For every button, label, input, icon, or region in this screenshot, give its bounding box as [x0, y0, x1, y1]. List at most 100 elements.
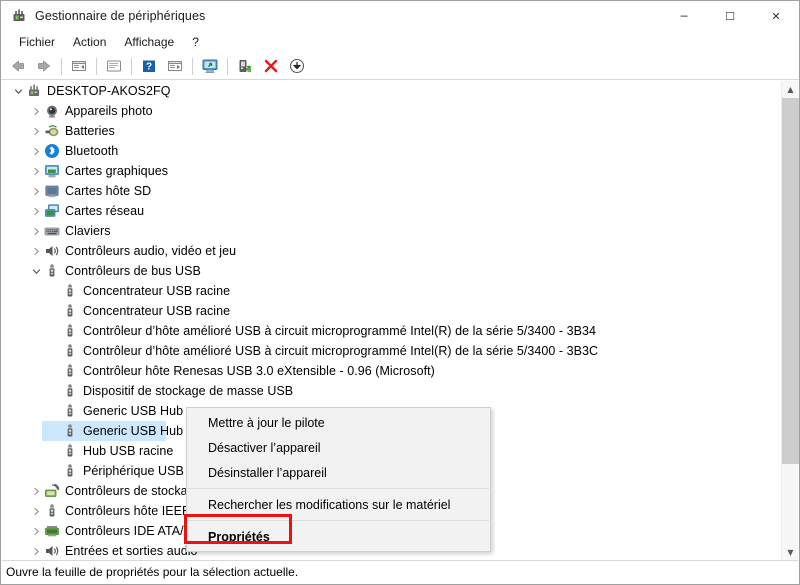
- enable-device-icon[interactable]: [233, 55, 257, 78]
- menu-bar: Fichier Action Affichage ?: [1, 31, 799, 53]
- menu-aide[interactable]: ?: [183, 33, 208, 51]
- tree-item[interactable]: Cartes graphiques: [2, 161, 782, 181]
- tree-item[interactable]: Contrôleurs de bus USB: [2, 261, 782, 281]
- toolbar: ?: [1, 53, 799, 80]
- window-controls: ─ ☐ ✕: [661, 1, 799, 31]
- usb-icon: [62, 283, 78, 299]
- tree-item-label: Contrôleurs de stockage: [65, 484, 202, 498]
- tree-item-label: Bluetooth: [65, 144, 119, 158]
- help-icon[interactable]: ?: [137, 55, 161, 78]
- context-menu[interactable]: Mettre à jour le pilote Désactiver l’appa…: [186, 407, 491, 552]
- chevron-right-icon[interactable]: [28, 221, 44, 241]
- usb-icon: [62, 303, 78, 319]
- tree-item[interactable]: Dispositif de stockage de masse USB: [2, 381, 782, 401]
- scrollbar-thumb[interactable]: [782, 98, 799, 464]
- audio-icon: [44, 243, 60, 259]
- tree-item[interactable]: Concentrateur USB racine: [2, 301, 782, 321]
- battery-icon: [44, 123, 60, 139]
- tree-item-label: Contrôleur hôte Renesas USB 3.0 eXtensib…: [83, 364, 435, 378]
- tree-item-label: Cartes hôte SD: [65, 184, 152, 198]
- show-hide-console-tree-icon[interactable]: [67, 55, 91, 78]
- menu-affichage[interactable]: Affichage: [115, 33, 183, 51]
- usb-icon: [44, 263, 60, 279]
- tree-item-label: Cartes réseau: [65, 204, 145, 218]
- chevron-right-icon[interactable]: [28, 541, 44, 561]
- scroll-down-arrow-icon[interactable]: ▼: [782, 544, 799, 561]
- ctx-properties[interactable]: Propriétés: [187, 524, 490, 549]
- usb-icon: [62, 423, 78, 439]
- svg-text:?: ?: [146, 62, 152, 73]
- tree-item[interactable]: Cartes réseau: [2, 201, 782, 221]
- tree-item[interactable]: Contrôleur d’hôte amélioré USB à circuit…: [2, 321, 782, 341]
- title-bar: Gestionnaire de périphériques ─ ☐ ✕: [1, 1, 799, 31]
- scan-hardware-changes-icon[interactable]: [198, 55, 222, 78]
- scroll-up-arrow-icon[interactable]: ▲: [782, 81, 799, 98]
- chevron-right-icon[interactable]: [28, 181, 44, 201]
- chevron-right-icon[interactable]: [28, 121, 44, 141]
- tree-item[interactable]: Contrôleurs audio, vidéo et jeu: [2, 241, 782, 261]
- tree-item[interactable]: Bluetooth: [2, 141, 782, 161]
- ctx-disable-device[interactable]: Désactiver l’appareil: [187, 435, 490, 460]
- minimize-button[interactable]: ─: [661, 1, 707, 31]
- download-icon[interactable]: [285, 55, 309, 78]
- tree-item-label: Claviers: [65, 224, 111, 238]
- ctx-update-driver[interactable]: Mettre à jour le pilote: [187, 410, 490, 435]
- audio-icon: [44, 543, 60, 559]
- update-driver-icon[interactable]: [163, 55, 187, 78]
- chevron-right-icon[interactable]: [28, 161, 44, 181]
- chevron-right-icon[interactable]: [28, 241, 44, 261]
- tree-item[interactable]: Claviers: [2, 221, 782, 241]
- menu-fichier[interactable]: Fichier: [10, 33, 64, 51]
- chevron-right-icon[interactable]: [28, 521, 44, 541]
- ctx-uninstall-device[interactable]: Désinstaller l’appareil: [187, 460, 490, 485]
- chevron-right-icon[interactable]: [28, 101, 44, 121]
- maximize-button[interactable]: ☐: [707, 1, 753, 31]
- tree-item-label: DESKTOP-AKOS2FQ: [47, 84, 171, 98]
- sd-host-icon: [44, 183, 60, 199]
- tree-item-label: Dispositif de stockage de masse USB: [83, 384, 294, 398]
- tree-item[interactable]: Appareils photo: [2, 101, 782, 121]
- uninstall-device-icon[interactable]: [259, 55, 283, 78]
- menu-action[interactable]: Action: [64, 33, 115, 51]
- ctx-scan-hardware[interactable]: Rechercher les modifications sur le maté…: [187, 492, 490, 517]
- chevron-right-icon[interactable]: [28, 481, 44, 501]
- properties-icon[interactable]: [102, 55, 126, 78]
- tree-item[interactable]: DESKTOP-AKOS2FQ: [2, 81, 782, 101]
- tree-item[interactable]: Contrôleur d’hôte amélioré USB à circuit…: [2, 341, 782, 361]
- tree-item[interactable]: Contrôleur hôte Renesas USB 3.0 eXtensib…: [2, 361, 782, 381]
- close-button[interactable]: ✕: [753, 1, 799, 31]
- back-arrow-icon[interactable]: [6, 55, 30, 78]
- usb-icon: [62, 463, 78, 479]
- chevron-down-icon[interactable]: [10, 81, 26, 101]
- tree-item[interactable]: Batteries: [2, 121, 782, 141]
- chevron-down-icon[interactable]: [28, 261, 44, 281]
- tree-item[interactable]: Cartes hôte SD: [2, 181, 782, 201]
- chevron-right-icon[interactable]: [28, 141, 44, 161]
- chevron-right-icon[interactable]: [28, 201, 44, 221]
- context-menu-separator: [188, 520, 489, 521]
- chevron-right-icon[interactable]: [28, 501, 44, 521]
- window-title: Gestionnaire de périphériques: [35, 9, 206, 23]
- bluetooth-icon: [44, 143, 60, 159]
- usb-icon: [62, 443, 78, 459]
- toolbar-separator: [227, 57, 228, 75]
- tree-item-label: Appareils photo: [65, 104, 153, 118]
- usb-icon: [62, 383, 78, 399]
- usb-icon: [62, 323, 78, 339]
- ide-controller-icon: [44, 523, 60, 539]
- usb-icon: [44, 503, 60, 519]
- tree-item-label: Contrôleurs audio, vidéo et jeu: [65, 244, 237, 258]
- vertical-scrollbar[interactable]: ▲ ▼: [781, 81, 799, 561]
- tree-item[interactable]: Concentrateur USB racine: [2, 281, 782, 301]
- toolbar-separator: [192, 57, 193, 75]
- forward-arrow-icon[interactable]: [32, 55, 56, 78]
- context-menu-separator: [188, 488, 489, 489]
- usb-icon: [62, 403, 78, 419]
- tree-item-label: Generic USB Hub: [83, 404, 184, 418]
